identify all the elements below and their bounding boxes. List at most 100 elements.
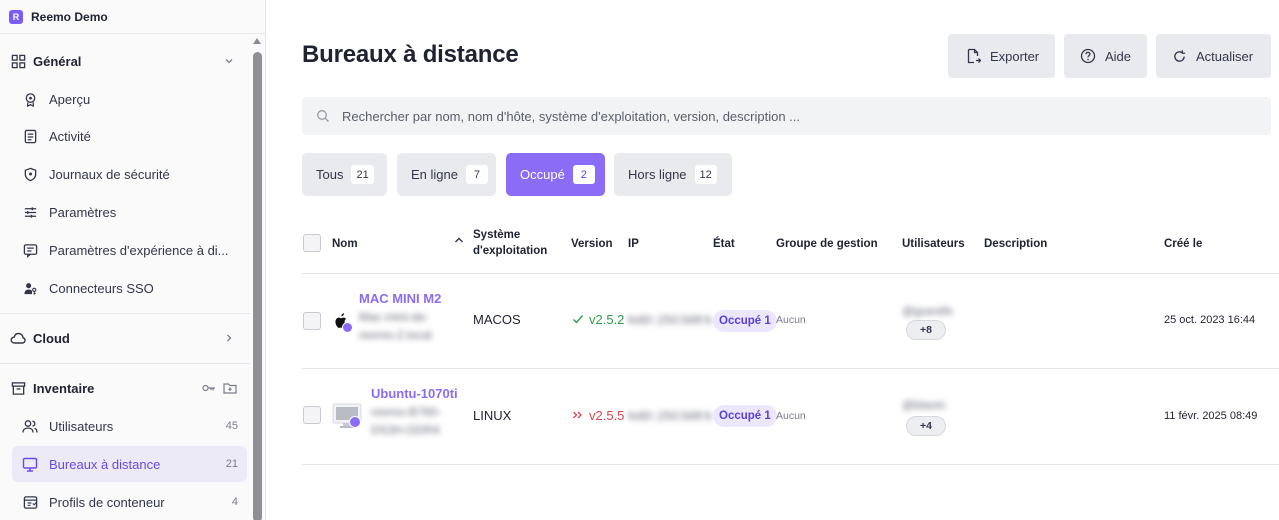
scrollbar-thumb[interactable] (253, 52, 262, 520)
user-value: @blavin (902, 398, 946, 412)
export-label: Exporter (990, 48, 1040, 64)
user-value: @guestfs (902, 304, 953, 318)
search-bar[interactable] (302, 97, 1271, 135)
sidebar-item-utilisateurs[interactable]: Utilisateurs 45 (12, 408, 247, 444)
sidebar-item-journaux[interactable]: Journaux de sécurité (12, 156, 247, 192)
sidebar-item-label: Utilisateurs (49, 418, 114, 434)
filter-label: Hors ligne (628, 167, 687, 182)
state-badge: Occupé 1 (713, 405, 777, 427)
sidebar-item-label: Profils de conteneur (49, 494, 165, 510)
refresh-button[interactable]: Actualiser (1156, 34, 1271, 78)
more-users-pill[interactable]: +8 (906, 320, 946, 340)
ip-value: fe80::250:56ff:fe (628, 313, 712, 327)
help-label: Aide (1105, 48, 1132, 64)
users-icon (22, 418, 38, 434)
filter-tab-all[interactable]: Tous 21 (302, 153, 387, 196)
sort-asc-icon[interactable] (454, 234, 464, 250)
column-header-state[interactable]: État (713, 236, 735, 252)
main-content: Bureaux à distance Exporter Aide Actuali… (266, 0, 1279, 520)
hostname-line2: reemo-2.local (359, 328, 432, 342)
check-icon (572, 313, 584, 328)
column-header-name[interactable]: Nom (332, 236, 358, 252)
app-name: Reemo Demo (31, 9, 108, 24)
sidebar-item-activite[interactable]: Activité (12, 118, 247, 154)
filter-label: Occupé (520, 167, 565, 182)
row-checkbox[interactable] (303, 312, 321, 330)
chevron-right-icon[interactable] (222, 331, 236, 345)
file-export-icon (965, 48, 981, 64)
ip-value: fe80::250:56ff:fe (628, 409, 712, 423)
refresh-icon (1171, 48, 1187, 64)
message-square-icon (22, 242, 38, 258)
sidebar-item-experience[interactable]: Paramètres d'expérience à di... (12, 232, 247, 268)
section-cloud[interactable]: Cloud (0, 325, 250, 351)
filter-count: 21 (351, 165, 374, 184)
column-header-group[interactable]: Groupe de gestion (776, 236, 878, 252)
cloud-icon (10, 330, 26, 346)
folder-plus-icon[interactable] (222, 380, 238, 396)
column-header-os[interactable]: Système d'exploitation (473, 227, 547, 259)
sidebar-item-label: Journaux de sécurité (49, 166, 170, 182)
grid-icon (10, 53, 26, 69)
key-icon[interactable] (201, 380, 217, 396)
search-input[interactable] (342, 97, 1242, 135)
sidebar-item-apercu[interactable]: Aperçu (12, 81, 247, 117)
scroll-up-arrow-icon[interactable] (253, 38, 261, 44)
select-all-checkbox[interactable] (303, 234, 321, 252)
sidebar-item-label: Activité (49, 128, 91, 144)
section-cloud-title: Cloud (33, 330, 70, 346)
sidebar-item-profils[interactable]: Profils de conteneur 4 (12, 484, 247, 520)
sidebar-item-count: 4 (231, 496, 238, 508)
filter-label: Tous (316, 167, 344, 182)
filter-tab-online[interactable]: En ligne 7 (397, 153, 496, 196)
busy-status-dot (349, 416, 361, 428)
state-badge: Occupé 1 (713, 310, 777, 332)
column-header-ip[interactable]: IP (628, 236, 639, 252)
desktop-name[interactable]: MAC MINI M2 (359, 291, 441, 306)
column-header-created[interactable]: Créé le (1164, 236, 1202, 252)
filter-count: 12 (694, 165, 717, 184)
section-general-title: Général (33, 53, 82, 69)
sidebar-item-label: Paramètres (49, 204, 117, 220)
update-arrows-icon (572, 409, 584, 424)
column-header-users[interactable]: Utilisateurs (902, 236, 965, 252)
row-checkbox[interactable] (303, 406, 321, 424)
search-icon (316, 109, 330, 128)
filter-count: 2 (572, 165, 595, 184)
sliders-icon (22, 204, 38, 220)
more-users-pill[interactable]: +4 (906, 416, 946, 436)
version-value: v2.5.2 (589, 312, 625, 327)
filter-tab-offline[interactable]: Hors ligne 12 (614, 153, 732, 196)
section-general[interactable]: Général (0, 48, 250, 74)
chevron-down-icon[interactable] (222, 54, 236, 68)
archive-icon (10, 380, 26, 396)
sidebar-item-count: 45 (225, 420, 238, 432)
filter-tab-busy[interactable]: Occupé 2 (506, 153, 605, 196)
column-header-description[interactable]: Description (984, 236, 1047, 252)
column-header-os-line1: Système (473, 229, 521, 241)
sidebar-item-label: Connecteurs SSO (49, 280, 154, 296)
created-date: 25 oct. 2023 16:44 (1164, 314, 1256, 326)
column-header-version[interactable]: Version (571, 236, 613, 252)
desktop-name[interactable]: Ubuntu-1070ti (371, 386, 458, 401)
export-button[interactable]: Exporter (948, 34, 1055, 78)
busy-status-dot (342, 322, 353, 333)
sidebar-item-parametres[interactable]: Paramètres (12, 194, 247, 230)
column-header-os-line2: d'exploitation (473, 245, 548, 257)
divider (0, 313, 250, 314)
help-button[interactable]: Aide (1064, 34, 1147, 78)
section-inventaire[interactable]: Inventaire (0, 375, 250, 401)
hostname-line2: DS3H-DDR4 (371, 423, 440, 437)
help-circle-icon (1080, 48, 1096, 64)
sidebar-scrollbar[interactable] (252, 36, 262, 520)
divider (0, 363, 250, 364)
brand[interactable]: R Reemo Demo (0, 0, 265, 34)
shield-icon (22, 166, 38, 182)
created-date: 11 févr. 2025 08:49 (1164, 410, 1258, 422)
sidebar-item-count: 21 (225, 458, 238, 470)
sidebar-item-sso[interactable]: Connecteurs SSO (12, 270, 247, 306)
container-icon (22, 494, 38, 510)
badge-icon (22, 91, 38, 107)
sidebar-item-label: Bureaux à distance (49, 456, 161, 472)
sidebar-item-bureaux[interactable]: Bureaux à distance 21 (12, 446, 247, 482)
